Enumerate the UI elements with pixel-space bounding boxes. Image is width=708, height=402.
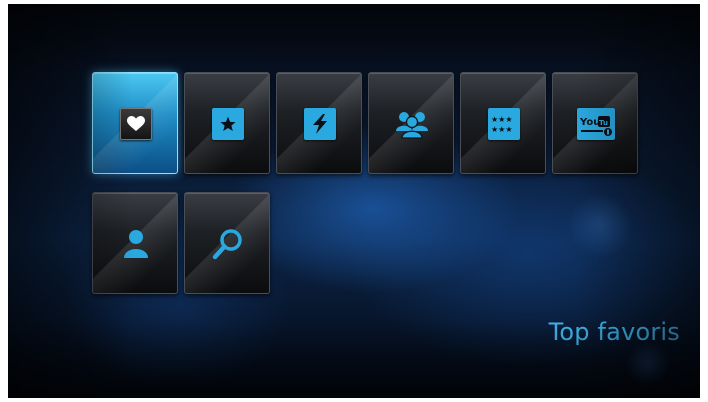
svg-text:★★★: ★★★ [491, 115, 513, 124]
tile-top-rated[interactable]: ★★★ ★★★ [460, 72, 546, 174]
people-icon [392, 104, 432, 144]
youtube-icon: You Tu [577, 108, 615, 140]
svg-text:★★★: ★★★ [491, 125, 513, 134]
heart-icon [120, 108, 152, 140]
svg-text:Tu: Tu [599, 119, 608, 127]
lightning-icon [304, 108, 336, 140]
tile-youtube[interactable]: You Tu [552, 72, 638, 174]
svg-text:You: You [579, 117, 600, 128]
search-icon [208, 224, 248, 264]
user-icon [116, 224, 156, 264]
tile-account[interactable] [92, 192, 178, 294]
tile-most-popular[interactable] [368, 72, 454, 174]
tv-frame: ★★★ ★★★ You Tu Top favoris [0, 0, 708, 402]
tile-featured[interactable] [184, 72, 270, 174]
tile-favorites[interactable] [92, 72, 178, 174]
star-icon [212, 108, 244, 140]
media-menu-screen: ★★★ ★★★ You Tu Top favoris [8, 4, 700, 398]
ratings-icon: ★★★ ★★★ [488, 108, 520, 140]
tile-search[interactable] [184, 192, 270, 294]
tile-latest[interactable] [276, 72, 362, 174]
selection-caption: Top favoris [548, 318, 680, 346]
